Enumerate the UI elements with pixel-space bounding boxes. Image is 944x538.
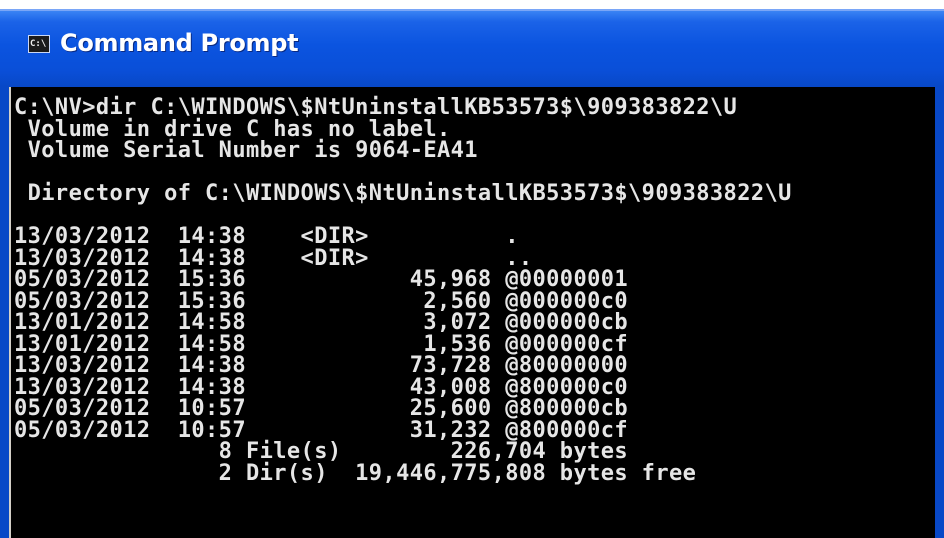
document-caption-fragment xyxy=(0,0,944,9)
dir-entry: 13/03/2012 14:38 <DIR> .. xyxy=(14,245,533,271)
dirs-summary-line: 2 Dir(s) 19,446,775,808 bytes free xyxy=(14,460,697,486)
dir-entry: 13/01/2012 14:58 1,536 @000000cf xyxy=(14,331,629,357)
dir-entry: 05/03/2012 15:36 2,560 @000000c0 xyxy=(14,288,629,314)
volume-label-line: Volume in drive C has no label. xyxy=(14,116,451,142)
console-icon[interactable]: C:\ xyxy=(28,35,50,53)
console-text: C:\NV>dir C:\WINDOWS\$NtUninstallKB53573… xyxy=(14,97,792,484)
dir-entry: 13/03/2012 14:38 <DIR> . xyxy=(14,224,519,249)
title-bar[interactable]: C:\ Command Prompt xyxy=(0,9,944,87)
console-output-area[interactable]: C:\NV>dir C:\WINDOWS\$NtUninstallKB53573… xyxy=(9,87,935,538)
window-border-right xyxy=(935,87,944,538)
dir-entry: 05/03/2012 10:57 31,232 @800000cf xyxy=(14,417,629,443)
dir-entry: 05/03/2012 15:36 45,968 @00000001 xyxy=(14,267,629,292)
window-border-left xyxy=(0,87,9,538)
dir-entry: 13/03/2012 14:38 43,008 @800000c0 xyxy=(14,374,629,400)
command-prompt-window: C:\ Command Prompt C:\NV>dir C:\WINDOWS\… xyxy=(0,9,944,538)
dir-entry: 13/03/2012 14:38 73,728 @80000000 xyxy=(14,353,629,378)
volume-serial-line: Volume Serial Number is 9064-EA41 xyxy=(14,138,478,163)
directory-line: Directory of C:\WINDOWS\$NtUninstallKB53… xyxy=(14,181,792,206)
dir-entry: 05/03/2012 10:57 25,600 @800000cb xyxy=(14,396,629,421)
window-title: Command Prompt xyxy=(60,29,299,57)
command-line: C:\NV>dir C:\WINDOWS\$NtUninstallKB53573… xyxy=(14,95,738,120)
files-summary-line: 8 File(s) 226,704 bytes xyxy=(14,439,629,464)
dir-entry: 13/01/2012 14:58 3,072 @000000cb xyxy=(14,310,629,335)
